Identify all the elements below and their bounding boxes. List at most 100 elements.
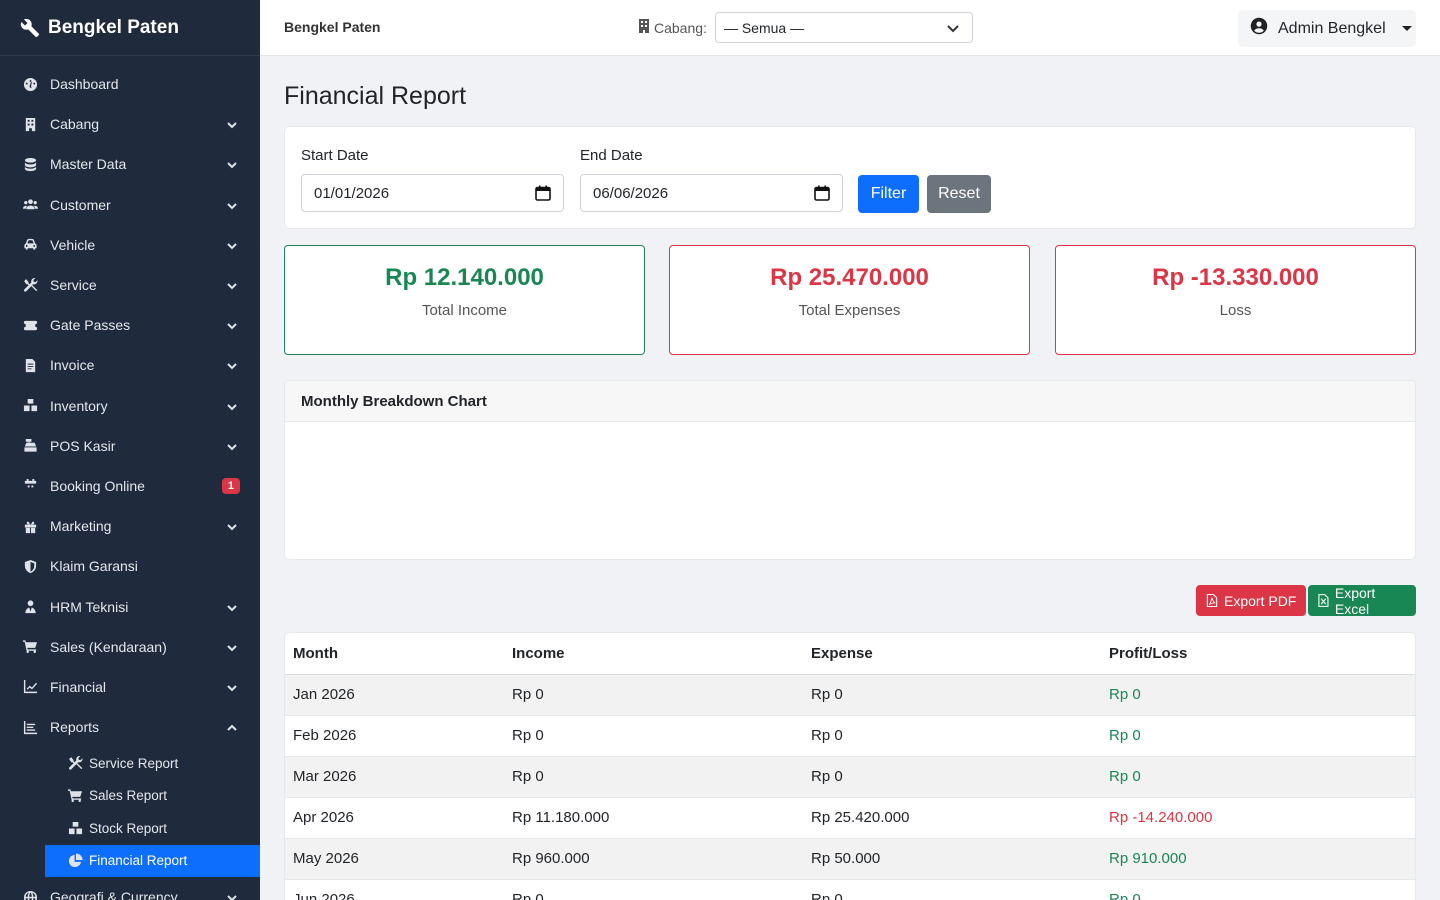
database-icon [22,156,38,172]
sidebar-item-pos-kasir[interactable]: POS Kasir [0,426,260,466]
page-title: Financial Report [284,82,467,110]
cart-icon [22,639,38,655]
notification-badge: 1 [221,477,240,494]
user-tie-icon [22,599,38,615]
stat-value: Rp 25.470.000 [770,264,929,291]
column-header-profit-loss: Profit/Loss [1101,633,1415,675]
start-date-input[interactable]: 01/01/2026 [301,174,564,212]
cell-month: Mar 2026 [285,756,504,798]
pie-chart-icon [67,853,83,869]
sidebar-item-gate-passes[interactable]: Gate Passes [0,305,260,345]
end-date-input[interactable]: 06/06/2026 [580,174,843,212]
submenu-item-label: Sales Report [89,788,168,804]
sidebar-item-dashboard[interactable]: Dashboard [0,64,260,104]
tools-icon [22,277,38,293]
cell-expense: Rp 50.000 [803,838,1101,880]
submenu-item-label: Stock Report [89,820,168,836]
sidebar-item-booking-online[interactable]: Booking Online 1 [0,466,260,506]
chevron-down-icon [226,601,238,613]
export-pdf-button[interactable]: Export PDF [1196,585,1307,616]
sidebar-item-reports[interactable]: Reports [0,707,260,747]
sidebar-item-inventory[interactable]: Inventory [0,386,260,426]
sidebar-item-sales-kendaraan[interactable]: Sales (Kendaraan) [0,627,260,667]
cash-register-icon [22,438,38,454]
chevron-down-icon [226,279,238,291]
submenu-item-sales-report[interactable]: Sales Report [45,780,260,813]
chevron-down-icon [226,118,238,130]
sidebar-item-geografi-currency[interactable]: Geografi & Currency [0,877,260,900]
report-table-card: Month Income Expense Profit/Loss Jan 202… [284,632,1416,900]
globe-icon [22,889,38,900]
submenu-item-service-report[interactable]: Service Report [45,747,260,780]
sidebar-item-label: Geografi & Currency [50,889,178,900]
sidebar-item-label: Service [50,277,97,294]
sidebar-item-label: Invoice [50,357,95,374]
chevron-down-icon [226,891,238,900]
report-table: Month Income Expense Profit/Loss Jan 202… [285,633,1415,900]
column-header-month: Month [285,633,504,675]
export-excel-label: Export Excel [1334,584,1376,617]
sidebar-item-label: Reports [50,719,100,736]
column-header-income: Income [504,633,803,675]
caret-down-icon [1401,26,1412,31]
cabang-value: — Semua — [723,19,805,36]
cell-profit-loss: Rp 0 [1101,715,1415,757]
end-date-label: End Date [580,147,643,164]
sidebar-item-financial[interactable]: Financial [0,667,260,707]
cabang-select[interactable]: — Semua — [714,12,973,43]
start-date-value: 01/01/2026 [314,184,390,202]
cart-icon [67,788,83,804]
chevron-down-icon [947,24,959,32]
chevron-down-icon [226,359,238,371]
brand[interactable]: Bengkel Paten [0,0,260,56]
sidebar-nav: Dashboard Cabang Master Data Customer Vehicl… [0,56,260,900]
sidebar-item-marketing[interactable]: Marketing [0,506,260,546]
chevron-down-icon [226,681,238,693]
sidebar-item-master-data[interactable]: Master Data [0,144,260,184]
sidebar-item-klaim-garansi[interactable]: Klaim Garansi [0,546,260,586]
user-circle-icon [1250,17,1278,40]
sidebar-item-label: Financial [50,678,107,695]
submenu-item-label: Financial Report [89,853,188,869]
export-pdf-label: Export PDF [1224,592,1297,609]
start-date-field: Start Date 01/01/2026 [301,147,564,212]
table-row: May 2026 Rp 960.000 Rp 50.000 Rp 910.000 [285,838,1415,880]
submenu-item-stock-report[interactable]: Stock Report [45,812,260,845]
building-icon [22,116,38,132]
sidebar-item-label: Klaim Garansi [50,558,138,575]
stat-caption: Loss [1219,302,1252,319]
sidebar-item-cabang[interactable]: Cabang [0,104,260,144]
cabang-filter: Cabang: — Semua — [638,12,973,43]
filter-button[interactable]: Filter [858,175,919,213]
chart-line-icon [22,679,38,695]
cell-month: Jun 2026 [285,879,504,900]
stat-value: Rp -13.330.000 [1152,264,1319,291]
sidebar-item-invoice[interactable]: Invoice [0,345,260,385]
sidebar-item-customer[interactable]: Customer [0,185,260,225]
cell-profit-loss: Rp 0 [1101,756,1415,798]
chevron-down-icon [226,319,238,331]
reset-button[interactable]: Reset [927,175,991,213]
end-date-value: 06/06/2026 [593,184,669,202]
building-icon [638,19,654,36]
reports-submenu: Service Report Sales Report Stock Report Fi… [0,747,260,878]
pass-icon [22,317,38,333]
chart-canvas [285,422,1415,559]
calendar-icon [535,185,551,201]
sidebar-item-vehicle[interactable]: Vehicle [0,225,260,265]
user-menu-button[interactable]: Admin Bengkel [1238,10,1416,47]
chevron-down-icon [226,239,238,251]
cell-income: Rp 11.180.000 [504,797,803,839]
chevron-down-icon [226,158,238,170]
submenu-item-financial-report[interactable]: Financial Report [45,844,260,878]
sidebar-item-label: Sales (Kendaraan) [50,638,167,655]
sidebar-item-hrm-teknisi[interactable]: HRM Teknisi [0,586,260,626]
stat-caption: Total Expenses [798,302,901,319]
chart-title: Monthly Breakdown Chart [285,381,1415,422]
export-excel-button[interactable]: Export Excel [1308,584,1416,617]
cell-expense: Rp 0 [803,674,1101,716]
file-pdf-icon [1206,594,1218,607]
sidebar-item-service[interactable]: Service [0,265,260,305]
calendar-icon [22,478,38,494]
cell-month: Apr 2026 [285,797,504,839]
